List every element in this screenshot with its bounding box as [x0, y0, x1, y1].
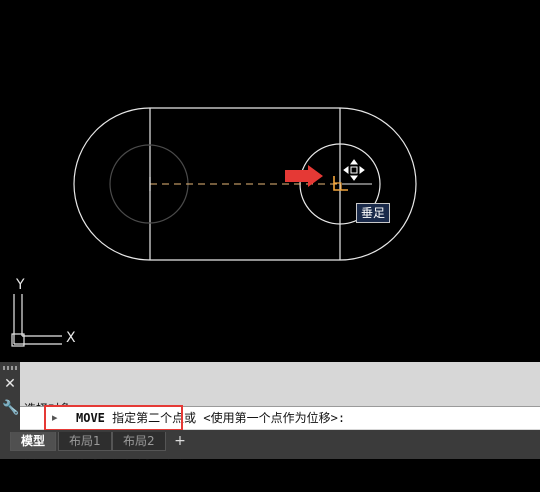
command-current-prompt: 指定第二个点或: [112, 411, 197, 425]
plus-icon[interactable]: +: [173, 432, 187, 450]
move-cursor-icon: [343, 159, 365, 181]
drawing-canvas[interactable]: Y X 垂足: [0, 0, 540, 362]
ucs-icon: [11, 294, 62, 347]
command-default-option: <使用第一个点作为位移>:: [203, 411, 346, 425]
layout-tabs: 模型 布局1 布局2 +: [0, 430, 540, 459]
command-line-sidebar: ✕ 🔧: [0, 362, 20, 430]
ucs-y-label: Y: [15, 277, 25, 293]
drawing-svg: Y X: [11, 107, 417, 347]
prompt-chevron-icon: ▸: [52, 411, 58, 424]
drag-grip[interactable]: [3, 366, 17, 370]
ucs-x-label: X: [66, 330, 76, 346]
tab-layout1[interactable]: 布局1: [58, 432, 112, 451]
command-prompt-text: MOVE 指定第二个点或 <使用第一个点作为位移>:: [76, 411, 345, 425]
command-input[interactable]: ▸ MOVE 指定第二个点或 <使用第一个点作为位移>:: [20, 406, 540, 429]
osnap-tooltip: 垂足: [356, 203, 391, 223]
wrench-icon[interactable]: 🔧: [2, 400, 19, 416]
tab-layout2[interactable]: 布局2: [112, 432, 166, 451]
tab-model[interactable]: 模型: [10, 432, 57, 451]
close-icon[interactable]: ✕: [2, 376, 18, 392]
autocad-window: Y X 垂足 ✕ 🔧 选择对象: 指定基点或 [位移(D)] <位移>: ▸ M…: [0, 0, 540, 461]
command-line-window: ✕ 🔧 选择对象: 指定基点或 [位移(D)] <位移>: ▸ MOVE 指定第…: [0, 362, 540, 461]
command-keyword: MOVE: [76, 411, 105, 425]
red-pointer-arrow: [285, 165, 323, 187]
